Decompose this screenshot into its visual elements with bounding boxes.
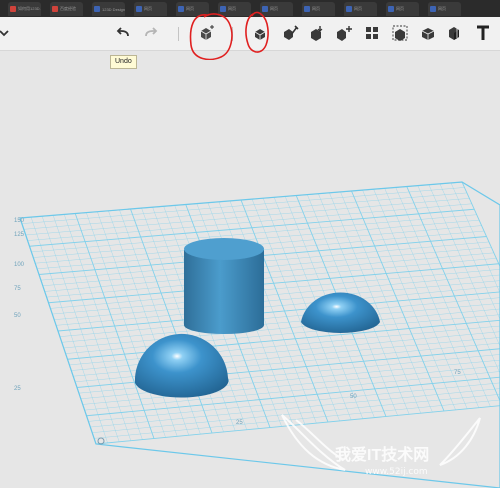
grid-line: [94, 394, 500, 439]
grid-line: [52, 274, 500, 315]
grid-line: [56, 285, 500, 326]
grid-line: [61, 301, 500, 343]
grid-label: 75: [14, 286, 21, 292]
grid-line: [92, 388, 500, 433]
hemisphere[interactable]: [301, 292, 380, 333]
annotation-circle-2: [245, 11, 269, 53]
grid-line: [461, 182, 500, 401]
grid-label: 150: [14, 218, 25, 224]
grid-label: 100: [14, 262, 25, 268]
3d-viewport[interactable]: 150 125 100 75 50 25 25 50 75 我爱IT技术网 www.52ij.…: [0, 51, 500, 488]
watermark-url: www.52ij.com: [365, 467, 428, 477]
cylinder[interactable]: [184, 238, 264, 334]
watermark-text: 我爱IT技术网: [335, 445, 429, 464]
scene-canvas[interactable]: 150 125 100 75 50 25 25 50 75 我爱IT技术网 www.52ij.…: [0, 51, 500, 488]
grid-label: 50: [14, 313, 21, 319]
grid-labels-left: 150 125 100 75 50 25: [14, 218, 25, 392]
build-plate-outline: [19, 181, 500, 488]
grid-line: [54, 279, 500, 320]
grid-line: [50, 268, 500, 309]
grid-line: [63, 307, 500, 349]
grid-line: [428, 184, 500, 404]
grid-line: [450, 182, 500, 402]
grid-label: 25: [236, 420, 243, 426]
grid-label: 125: [14, 232, 25, 238]
grid-label: 25: [14, 386, 21, 392]
main-toolbar: [0, 11, 500, 60]
grid-label: 75: [454, 370, 461, 376]
grid-label: 50: [350, 394, 357, 400]
